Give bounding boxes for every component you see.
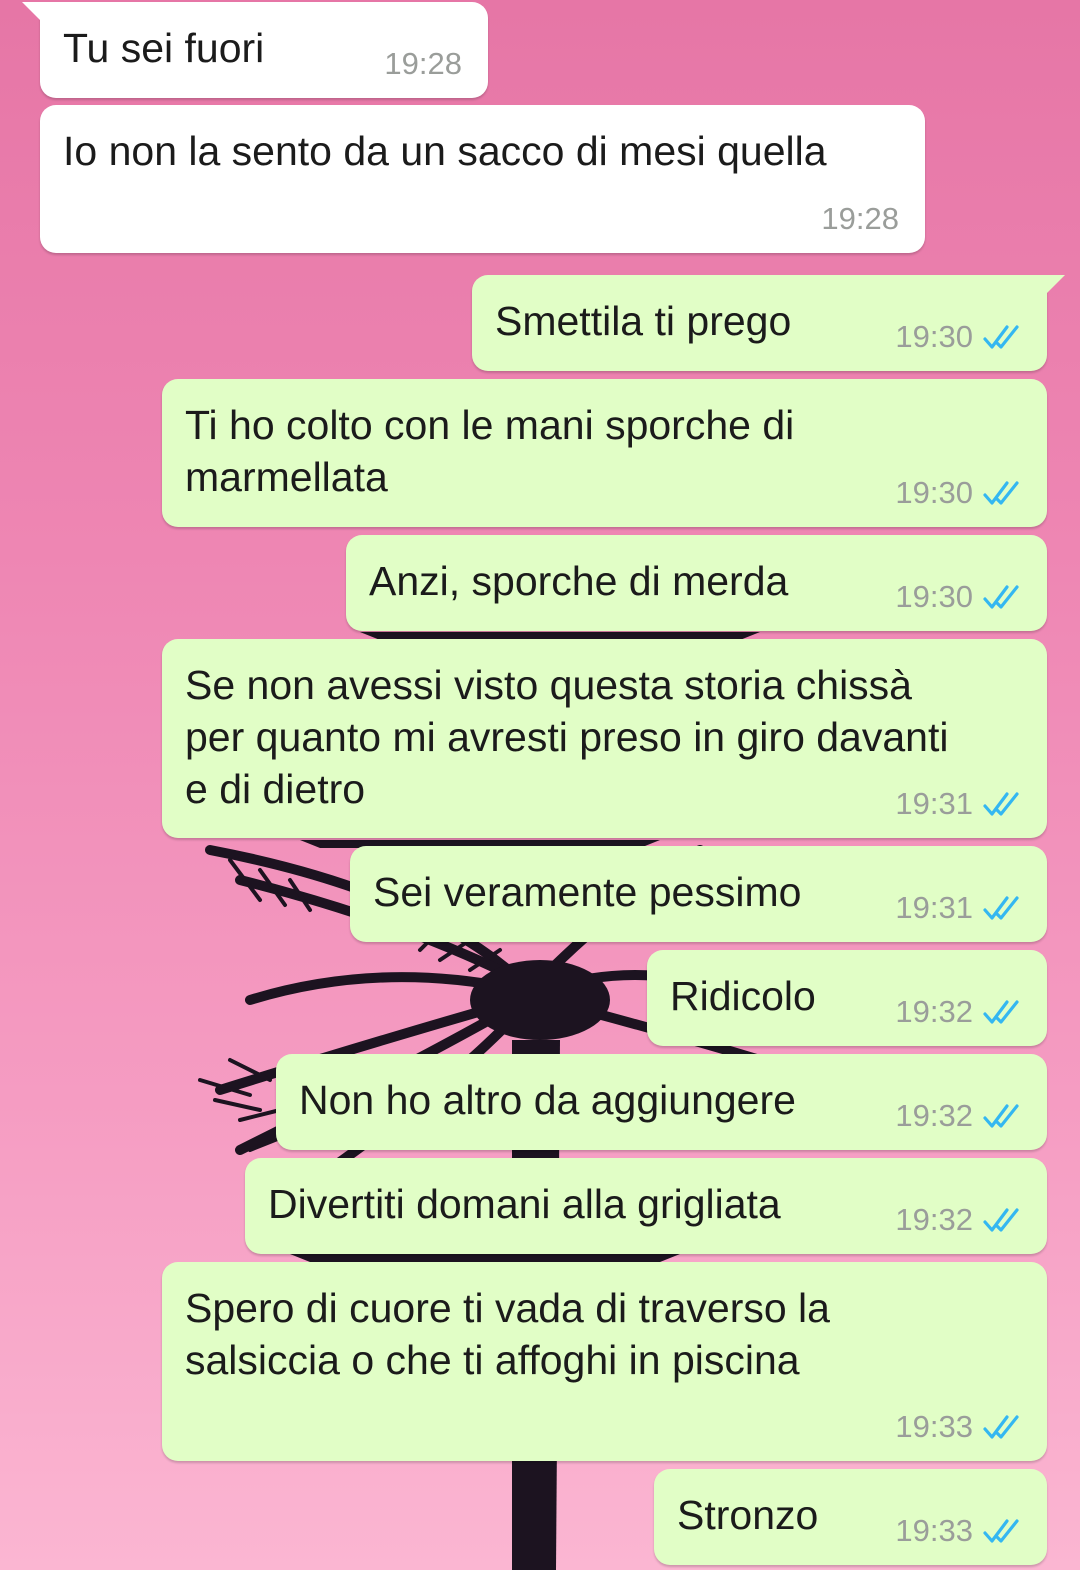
message-text: Sei veramente pessimo xyxy=(373,869,802,915)
message-meta: 19:31 xyxy=(895,784,1023,824)
message-time: 19:32 xyxy=(895,994,973,1029)
message-bubble-outgoing[interactable]: Divertiti domani alla grigliata 19:32 xyxy=(245,1158,1047,1254)
double-check-read-icon xyxy=(983,585,1019,609)
message-bubble-outgoing[interactable]: Ti ho colto con le mani sporche di marme… xyxy=(162,379,1047,527)
message-bubble-outgoing[interactable]: Spero di cuore ti vada di traverso la sa… xyxy=(162,1262,1047,1461)
double-check-read-icon xyxy=(983,481,1019,505)
message-meta: 19:30 xyxy=(895,317,1023,357)
message-meta: 19:32 xyxy=(895,992,1023,1032)
message-time: 19:28 xyxy=(384,46,462,81)
message-time: 19:33 xyxy=(895,1409,973,1444)
double-check-read-icon xyxy=(983,1415,1019,1439)
message-text: Smettila ti prego xyxy=(495,298,792,344)
message-time: 19:33 xyxy=(895,1513,973,1548)
message-meta: 19:30 xyxy=(895,473,1023,513)
message-time: 19:32 xyxy=(895,1202,973,1237)
message-text: Tu sei fuori xyxy=(63,25,265,71)
message-bubble-outgoing[interactable]: Anzi, sporche di merda 19:30 xyxy=(346,535,1047,631)
double-check-read-icon xyxy=(983,1208,1019,1232)
message-meta: 19:33 xyxy=(895,1407,1023,1447)
message-text: Ridicolo xyxy=(670,973,816,1019)
message-time: 19:28 xyxy=(821,201,899,236)
double-check-read-icon xyxy=(983,1519,1019,1543)
message-text: Divertiti domani alla grigliata xyxy=(268,1181,781,1227)
message-time: 19:30 xyxy=(895,475,973,510)
message-meta: 19:32 xyxy=(895,1096,1023,1136)
double-check-read-icon xyxy=(983,896,1019,920)
message-bubble-incoming[interactable]: Io non la sento da un sacco di mesi quel… xyxy=(40,105,925,253)
message-meta: 19:30 xyxy=(895,577,1023,617)
message-time: 19:31 xyxy=(895,786,973,821)
message-time: 19:30 xyxy=(895,319,973,354)
message-bubble-outgoing[interactable]: Non ho altro da aggiungere 19:32 xyxy=(276,1054,1047,1150)
message-bubble-outgoing[interactable]: Sei veramente pessimo 19:31 xyxy=(350,846,1047,942)
message-bubble-outgoing[interactable]: Ridicolo 19:32 xyxy=(647,950,1047,1046)
message-text: Stronzo xyxy=(677,1492,819,1538)
message-meta: 19:28 xyxy=(821,199,899,239)
message-time: 19:32 xyxy=(895,1098,973,1133)
double-check-read-icon xyxy=(983,1104,1019,1128)
bubble-tail-icon xyxy=(22,2,48,28)
message-meta: 19:28 xyxy=(384,44,462,84)
message-text: Ti ho colto con le mani sporche di marme… xyxy=(185,402,795,500)
message-text: Se non avessi visto questa storia chissà… xyxy=(185,662,949,812)
message-bubble-outgoing[interactable]: Se non avessi visto questa storia chissà… xyxy=(162,639,1047,838)
message-text: Anzi, sporche di merda xyxy=(369,558,789,604)
message-bubble-outgoing[interactable]: Smettila ti prego 19:30 xyxy=(472,275,1065,371)
message-bubble-outgoing[interactable]: Stronzo 19:33 xyxy=(654,1469,1047,1565)
double-check-read-icon xyxy=(983,792,1019,816)
chat-conversation: Tu sei fuori 19:28 Io non la sento da un… xyxy=(0,0,1080,1570)
message-text: Spero di cuore ti vada di traverso la sa… xyxy=(185,1285,830,1383)
message-meta: 19:32 xyxy=(895,1200,1023,1240)
message-time: 19:30 xyxy=(895,579,973,614)
message-text: Non ho altro da aggiungere xyxy=(299,1077,796,1123)
message-text: Io non la sento da un sacco di mesi quel… xyxy=(63,128,827,174)
double-check-read-icon xyxy=(983,1000,1019,1024)
message-meta: 19:31 xyxy=(895,888,1023,928)
message-meta: 19:33 xyxy=(895,1511,1023,1551)
double-check-read-icon xyxy=(983,325,1019,349)
message-bubble-incoming[interactable]: Tu sei fuori 19:28 xyxy=(22,2,488,98)
message-time: 19:31 xyxy=(895,890,973,925)
bubble-tail-icon xyxy=(1039,275,1065,301)
